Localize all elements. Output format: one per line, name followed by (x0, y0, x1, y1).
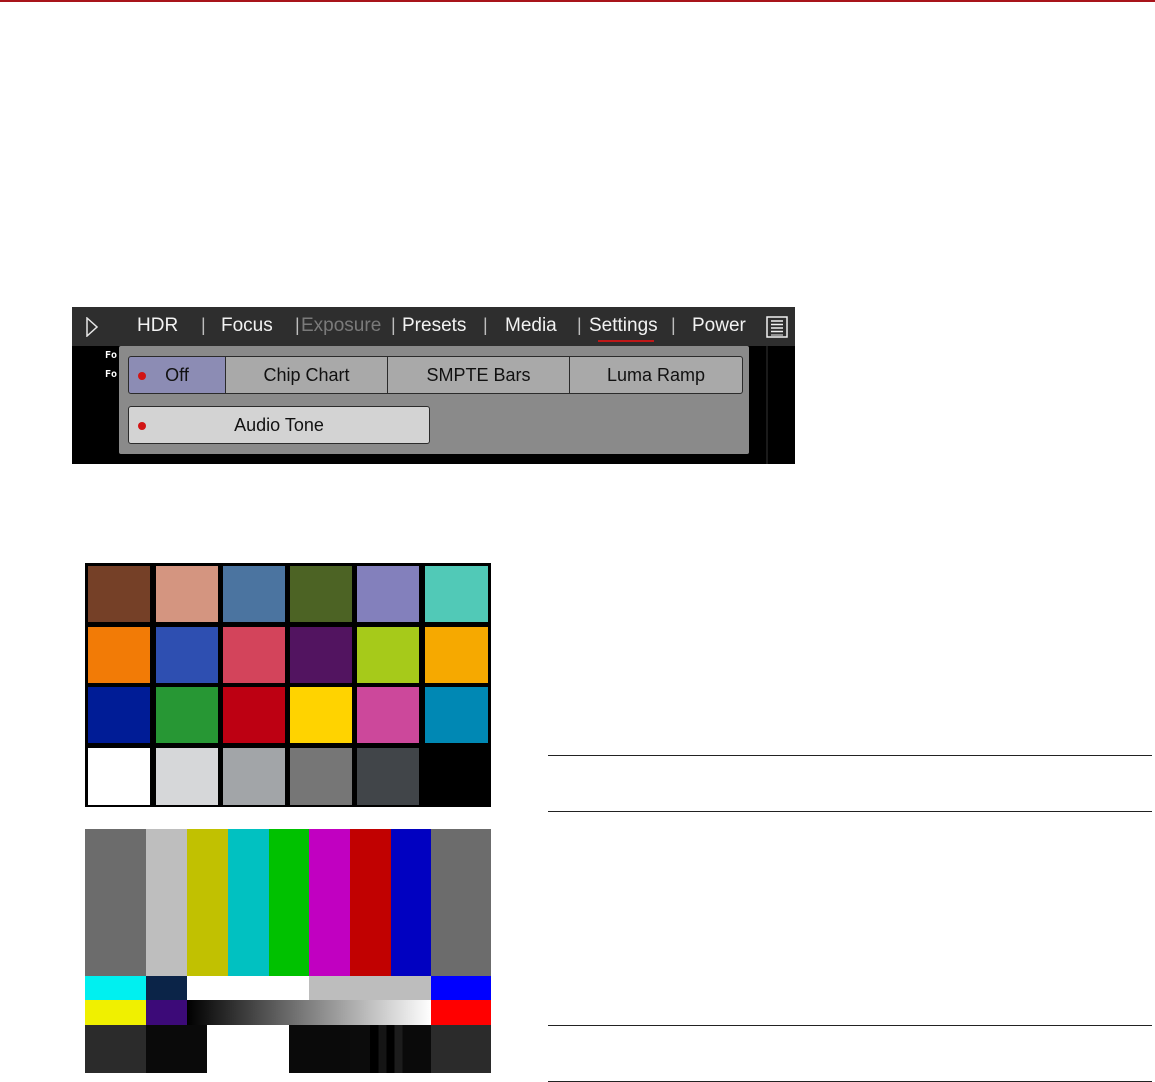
smpte-bar (85, 1000, 146, 1025)
color-swatch (88, 748, 150, 805)
divider (766, 346, 768, 464)
table-rule (548, 755, 1152, 756)
tab-settings[interactable]: Settings (589, 315, 658, 337)
color-swatch (88, 566, 150, 622)
smpte-color-bar (187, 829, 228, 976)
smpte-color-bar (309, 829, 350, 976)
color-swatch (290, 687, 352, 743)
smpte-bar (146, 1000, 187, 1025)
color-swatch (223, 687, 285, 743)
color-swatch (156, 627, 218, 683)
smpte-color-bar (146, 829, 187, 976)
tab-hdr[interactable]: HDR (137, 315, 178, 337)
smpte-bar (146, 1025, 207, 1073)
option-chip-chart-button[interactable]: Chip Chart (225, 356, 388, 394)
smpte-bar (187, 976, 309, 1000)
overlay-text: Fo (105, 350, 118, 361)
smpte-bars-image (85, 829, 491, 1073)
tab-media[interactable]: Media (505, 315, 557, 337)
color-swatch (290, 566, 352, 622)
selected-indicator-dot (138, 372, 146, 380)
nav-separator: | (295, 315, 300, 335)
menu-navbar: HDR | Focus | Exposure | Presets | Media… (72, 307, 795, 346)
smpte-bar (309, 976, 431, 1000)
color-swatch (156, 748, 218, 805)
table-rule (548, 811, 1152, 812)
smpte-bar (431, 976, 491, 1000)
option-audio-tone-label: Audio Tone (234, 414, 324, 435)
smpte-color-bar (350, 829, 391, 976)
color-swatch (88, 687, 150, 743)
color-swatch (156, 687, 218, 743)
smpte-bar (431, 1000, 491, 1025)
table-rule (548, 1025, 1152, 1026)
option-off-label: Off (165, 364, 189, 385)
smpte-bar (289, 1025, 350, 1073)
color-swatch (223, 627, 285, 683)
smpte-color-bar (85, 829, 146, 976)
play-icon[interactable] (86, 317, 98, 337)
color-swatch (357, 748, 419, 805)
color-swatch (357, 566, 419, 622)
tab-power[interactable]: Power (692, 315, 746, 337)
option-luma-ramp-button[interactable]: Luma Ramp (569, 356, 743, 394)
color-swatch (425, 566, 488, 622)
color-swatch (290, 627, 352, 683)
option-smpte-bars-button[interactable]: SMPTE Bars (387, 356, 570, 394)
tab-presets[interactable]: Presets (402, 315, 466, 337)
option-chip-chart-label: Chip Chart (263, 364, 350, 385)
smpte-color-bar (228, 829, 269, 976)
smpte-bar (207, 1025, 289, 1073)
option-audio-tone-button[interactable]: Audio Tone (128, 406, 430, 444)
color-swatch (88, 627, 150, 683)
smpte-bar (85, 1025, 146, 1073)
color-swatch (357, 627, 419, 683)
color-swatch (425, 687, 488, 743)
option-smpte-bars-label: SMPTE Bars (426, 364, 531, 385)
option-luma-ramp-label: Luma Ramp (606, 364, 706, 385)
background-overlay-strip (101, 346, 119, 464)
color-swatch (290, 748, 352, 805)
smpte-bar (85, 976, 146, 1000)
tab-exposure[interactable]: Exposure (301, 315, 381, 337)
nav-separator: | (671, 315, 676, 335)
tab-focus[interactable]: Focus (221, 315, 273, 337)
color-swatch (425, 748, 488, 805)
top-rule (0, 0, 1155, 2)
color-swatch (156, 566, 218, 622)
nav-separator: | (391, 315, 396, 335)
test-pattern-panel: Off Chip Chart SMPTE Bars Luma Ramp Audi… (119, 346, 749, 454)
smpte-bar (431, 1025, 491, 1073)
selected-indicator-dot (138, 422, 146, 430)
color-swatch (223, 566, 285, 622)
color-swatch (425, 627, 488, 683)
camera-menu: HDR | Focus | Exposure | Presets | Media… (72, 307, 795, 464)
list-menu-icon[interactable] (766, 316, 788, 338)
option-off-button[interactable]: Off (128, 356, 226, 394)
nav-separator: | (201, 315, 206, 335)
nav-separator: | (577, 315, 582, 335)
color-swatch (223, 748, 285, 805)
active-tab-indicator (598, 340, 654, 342)
pluge-bars (350, 1025, 431, 1073)
smpte-color-bar (391, 829, 431, 976)
color-swatch (357, 687, 419, 743)
smpte-bar (146, 976, 187, 1000)
smpte-color-bar (269, 829, 309, 976)
smpte-color-bar (431, 829, 491, 976)
nav-separator: | (483, 315, 488, 335)
luma-ramp-bar (187, 1000, 431, 1025)
chip-chart-image (85, 563, 491, 807)
overlay-text: Fo (105, 369, 118, 380)
